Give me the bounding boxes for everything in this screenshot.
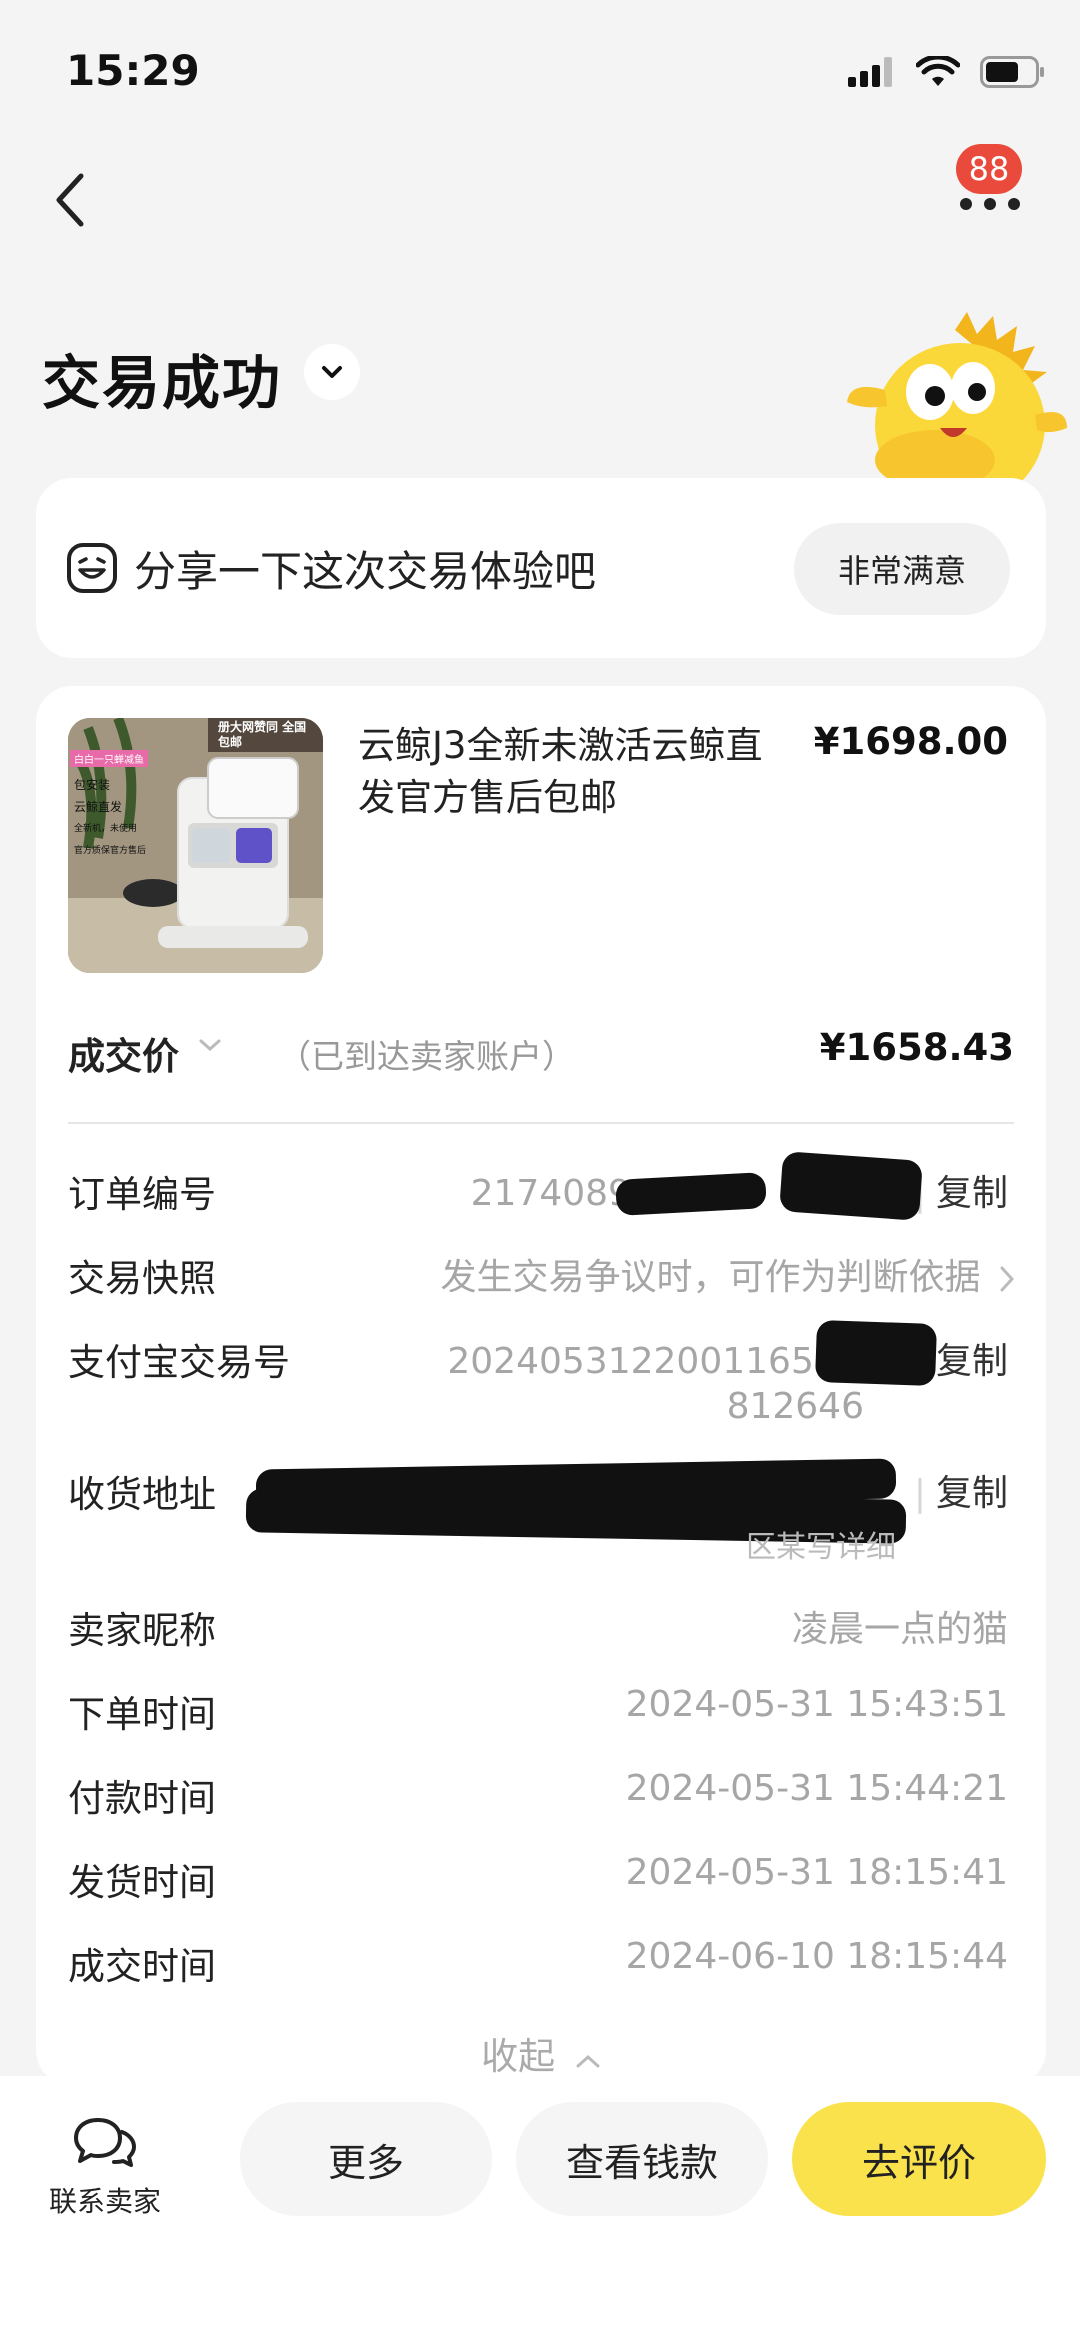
- product-image[interactable]: 册大网赞同 全国包邮 白白一只蝉减鱼 包安装 云鲸直发 全新机，未使用 官方质保…: [68, 718, 323, 973]
- more-button[interactable]: 更多: [240, 2102, 492, 2216]
- snapshot-row[interactable]: 发生交易争议时，可作为判断依据: [441, 1248, 1016, 1300]
- product-image-tag: 白白一只蝉减鱼: [70, 750, 148, 767]
- battery-icon: [980, 56, 1044, 88]
- page-title: 交易成功: [42, 349, 283, 417]
- alipay-trade-number-label: 支付宝交易号: [68, 1341, 290, 1384]
- product-image-feature: 官方质保官方售后: [74, 846, 147, 856]
- copy-address-button[interactable]: 复制: [936, 1473, 1008, 1514]
- chat-bubbles-icon: [74, 2118, 136, 2167]
- copy-order-number-button[interactable]: 复制: [936, 1173, 1008, 1214]
- status-bar: 15:29: [0, 0, 1080, 150]
- order-time-label: 下单时间: [68, 1693, 216, 1736]
- chevron-down-icon: [322, 366, 342, 378]
- mascot-fish-icon: [847, 312, 1067, 485]
- very-satisfied-button[interactable]: 非常满意: [794, 523, 1010, 615]
- collapse-button[interactable]: 收起: [36, 2026, 1046, 2080]
- deal-price-row[interactable]: 成交价 （已到达卖家账户） ¥1658.43: [68, 1020, 1014, 1080]
- status-icons: [848, 56, 1046, 88]
- shipping-address-row: | 复制: [913, 1473, 1008, 1514]
- seller-nickname-label: 卖家昵称: [68, 1609, 216, 1652]
- product-title[interactable]: 云鲸J3全新未激活云鲸直发官方售后包邮: [358, 720, 798, 824]
- order-number-label: 订单编号: [68, 1173, 216, 1216]
- order-time-value: 2024-05-31 15:43:51: [625, 1684, 1008, 1725]
- chevron-down-icon: [199, 1039, 221, 1052]
- shipping-time-label: 发货时间: [68, 1861, 216, 1904]
- snapshot-label: 交易快照: [68, 1257, 216, 1300]
- snapshot-value: 发生交易争议时，可作为判断依据: [440, 1257, 981, 1298]
- shipping-address-value: 区某写详细: [746, 1530, 896, 1565]
- redaction-mark: [779, 1151, 923, 1221]
- order-detail-card: 册大网赞同 全国包邮 白白一只蝉减鱼 包安装 云鲸直发 全新机，未使用 官方质保…: [36, 686, 1046, 2086]
- product-image-features: 包安装 云鲸直发 全新机，未使用 官方质保官方售后: [74, 774, 146, 862]
- product-price: ¥1698.00: [813, 720, 1008, 763]
- deal-time-value: 2024-06-10 18:15:44: [625, 1936, 1008, 1977]
- alipay-trade-number-value: 2024053122001165: [447, 1341, 814, 1382]
- chevron-up-icon: [576, 2054, 600, 2068]
- notification-badge: 88: [956, 144, 1022, 194]
- payment-time-label: 付款时间: [68, 1777, 216, 1820]
- status-time: 15:29: [66, 46, 200, 95]
- deal-price-label: 成交价: [68, 1035, 179, 1078]
- chevron-right-icon: [1000, 1266, 1015, 1292]
- deal-price-value: ¥1658.43: [819, 1026, 1014, 1069]
- seller-nickname-value[interactable]: 凌晨一点的猫: [792, 1600, 1008, 1652]
- product-image-banner: 册大网赞同 全国包邮: [218, 720, 307, 749]
- chevron-left-icon: [56, 173, 84, 227]
- product-image-feature: 云鲸直发: [74, 800, 123, 814]
- deal-time-label: 成交时间: [68, 1945, 216, 1988]
- redaction-mark: [814, 1319, 938, 1387]
- alipay-trade-number-continued: 812646: [726, 1386, 864, 1427]
- product-image-feature: 包安装: [74, 778, 111, 792]
- copy-alipay-number-button[interactable]: 复制: [936, 1341, 1008, 1382]
- deal-price-note: （已到达卖家账户）: [278, 1037, 575, 1076]
- write-review-button[interactable]: 去评价: [792, 2102, 1046, 2216]
- contact-seller-label: 联系卖家: [48, 2185, 161, 2218]
- review-prompt-card: 分享一下这次交易体验吧 非常满意: [36, 478, 1046, 658]
- view-money-button[interactable]: 查看钱款: [516, 2102, 768, 2216]
- product-image-feature: 全新机，未使用: [74, 824, 138, 834]
- divider: [68, 1122, 1014, 1124]
- contact-seller-button[interactable]: 联系卖家: [30, 2116, 180, 2220]
- more-menu-button[interactable]: 88: [950, 140, 1028, 220]
- review-prompt-text: 分享一下这次交易体验吧: [134, 547, 597, 596]
- bottom-action-bar: 联系卖家 更多 查看钱款 去评价: [0, 2076, 1080, 2336]
- shipping-time-value: 2024-05-31 18:15:41: [625, 1852, 1008, 1893]
- back-button[interactable]: [40, 160, 100, 240]
- collapse-label: 收起: [481, 2035, 556, 2078]
- signal-icon: [848, 57, 892, 87]
- smiley-face-icon: [67, 543, 117, 593]
- wifi-icon: [916, 56, 960, 86]
- shipping-address-label: 收货地址: [68, 1473, 216, 1516]
- payment-time-value: 2024-05-31 15:44:21: [625, 1768, 1008, 1809]
- more-dots-icon: [960, 198, 1020, 210]
- status-dropdown-toggle[interactable]: [304, 344, 360, 400]
